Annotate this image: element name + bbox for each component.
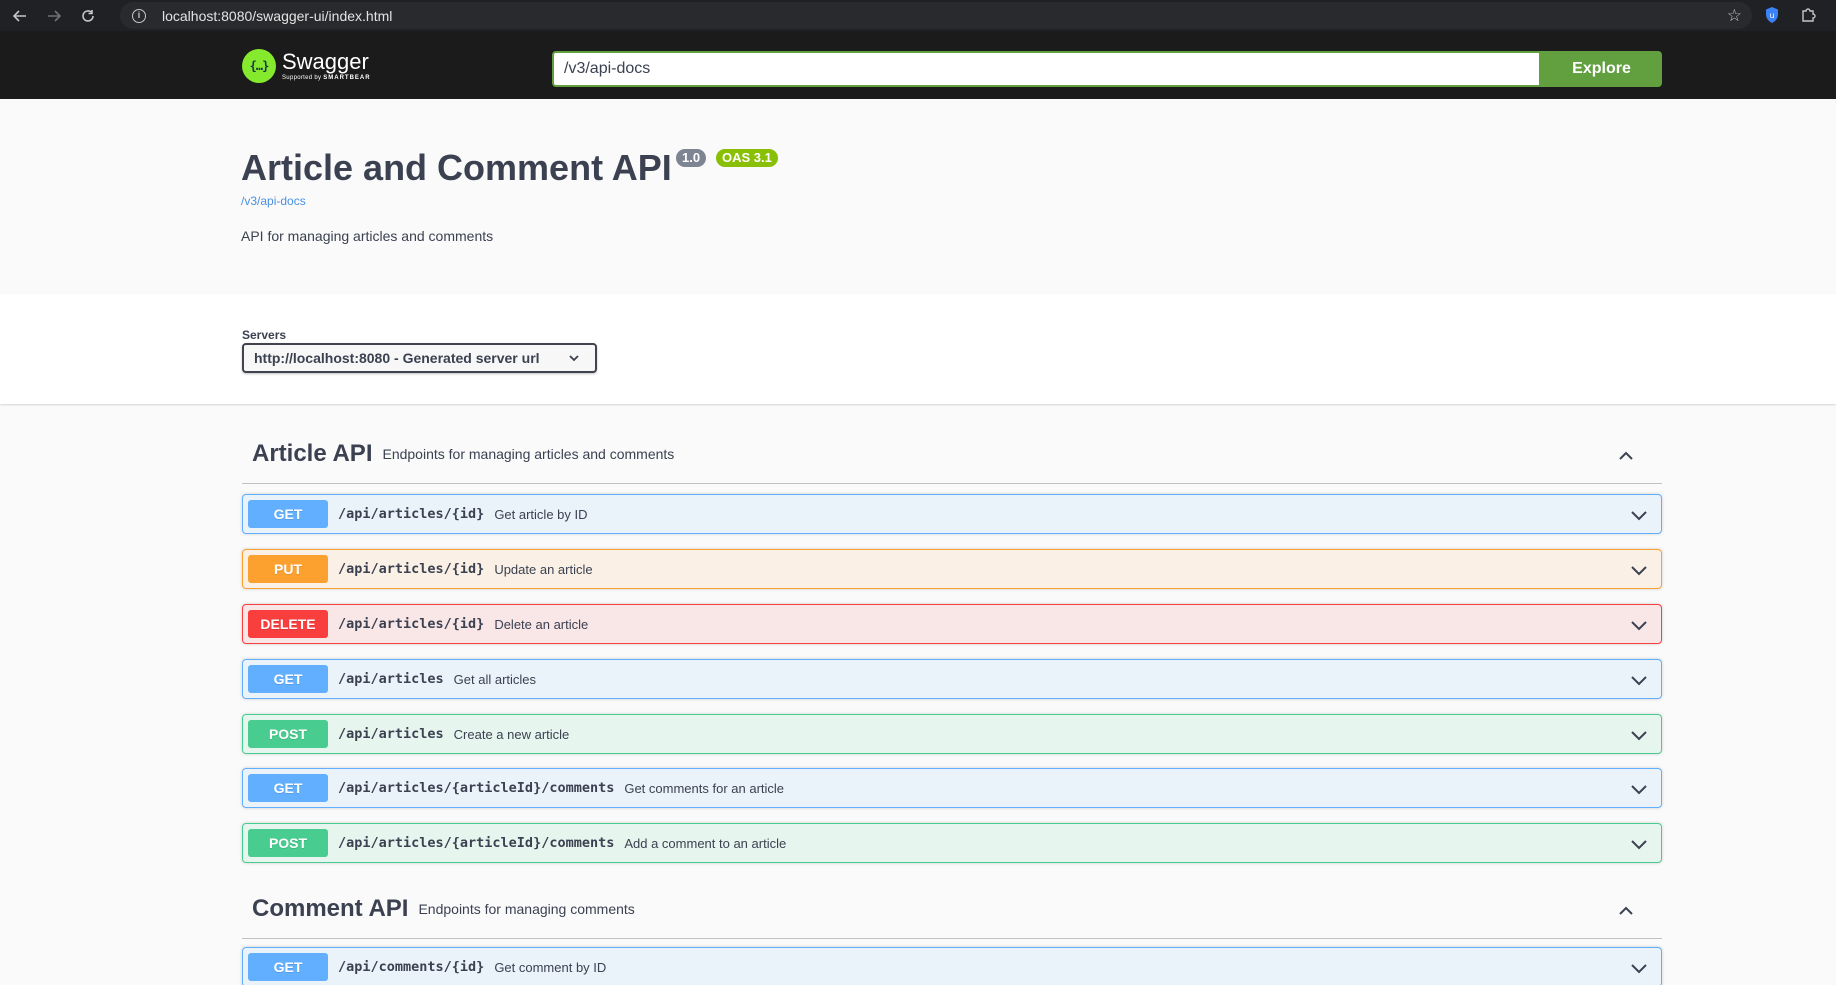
forward-button[interactable] <box>40 2 68 30</box>
arrow-right-icon <box>48 9 61 22</box>
tag-name: Article API <box>252 439 373 467</box>
operation-summary: Create a new article <box>453 726 570 742</box>
method-badge: POST <box>248 829 328 857</box>
tag-name: Comment API <box>252 894 409 922</box>
api-description: API for managing articles and comments <box>241 228 494 244</box>
tag-article-api[interactable]: Article API Endpoints for managing artic… <box>242 424 1662 484</box>
operation-path: /api/articles <box>338 671 444 687</box>
spec-url-input[interactable] <box>552 51 1541 87</box>
chevron-down-icon <box>569 355 579 362</box>
operation-summary: Get comments for an article <box>624 780 785 796</box>
method-badge: PUT <box>248 555 328 583</box>
chevron-down-icon[interactable] <box>1629 505 1649 525</box>
operation-delete-article[interactable]: DELETE /api/articles/{id} Delete an arti… <box>242 604 1662 644</box>
address-bar[interactable]: i localhost:8080/swagger-ui/index.html ☆ <box>120 2 1752 29</box>
operation-add-comment[interactable]: POST /api/articles/{articleId}/comments … <box>242 823 1662 863</box>
explore-button[interactable]: Explore <box>1541 51 1662 87</box>
operation-path: /api/articles/{id} <box>338 506 485 522</box>
tag-description: Endpoints for managing comments <box>418 900 635 917</box>
chevron-down-icon[interactable] <box>1629 725 1649 745</box>
operation-create-article[interactable]: POST /api/articles Create a new article <box>242 714 1662 754</box>
spec-link[interactable]: /v3/api-docs <box>241 194 306 208</box>
operation-summary: Delete an article <box>494 616 589 632</box>
chevron-up-icon[interactable] <box>1616 901 1636 921</box>
oas-badge: OAS 3.1 <box>716 149 778 167</box>
site-info-icon[interactable]: i <box>132 8 146 23</box>
chevron-down-icon[interactable] <box>1629 560 1649 580</box>
method-badge: GET <box>248 953 328 981</box>
operation-summary: Get article by ID <box>494 506 588 522</box>
reload-icon <box>82 9 94 22</box>
operation-path: /api/articles <box>338 726 444 742</box>
tag-comment-api[interactable]: Comment API Endpoints for managing comme… <box>242 879 1662 939</box>
logo-title: Swagger <box>282 49 369 74</box>
chevron-down-icon[interactable] <box>1629 670 1649 690</box>
operation-summary: Get all articles <box>453 671 537 687</box>
page-title: Article and Comment API <box>241 147 672 188</box>
operation-path: /api/comments/{id} <box>338 959 485 975</box>
swagger-logo-icon: {…} <box>242 49 276 83</box>
bookmark-star-icon[interactable]: ☆ <box>1727 6 1742 26</box>
swagger-logo[interactable]: {…} Swagger Supported by SMARTBEAR <box>242 49 371 83</box>
method-badge: DELETE <box>248 610 328 638</box>
servers-select[interactable]: http://localhost:8080 - Generated server… <box>242 343 597 373</box>
address-url[interactable]: localhost:8080/swagger-ui/index.html <box>162 8 392 24</box>
operation-get-comment-by-id[interactable]: GET /api/comments/{id} Get comment by ID <box>242 947 1662 985</box>
method-badge: POST <box>248 720 328 748</box>
tag-description: Endpoints for managing articles and comm… <box>382 445 675 462</box>
operation-get-all-articles[interactable]: GET /api/articles Get all articles <box>242 659 1662 699</box>
operation-path: /api/articles/{id} <box>338 616 485 632</box>
extension-shield-icon[interactable]: u <box>1762 5 1782 25</box>
servers-section: Servers http://localhost:8080 - Generate… <box>0 294 1836 404</box>
operation-summary: Update an article <box>494 561 593 577</box>
method-badge: GET <box>248 500 328 528</box>
operation-update-article[interactable]: PUT /api/articles/{id} Update an article <box>242 549 1662 589</box>
version-badge: 1.0 <box>676 149 707 167</box>
operation-summary: Get comment by ID <box>494 959 607 975</box>
servers-selected-value: http://localhost:8080 - Generated server… <box>254 350 540 366</box>
operation-path: /api/articles/{id} <box>338 561 485 577</box>
reload-button[interactable] <box>74 2 102 30</box>
browser-toolbar: i localhost:8080/swagger-ui/index.html ☆… <box>0 0 1836 31</box>
logo-subtitle: Supported by SMARTBEAR <box>282 75 371 81</box>
back-button[interactable] <box>6 2 34 30</box>
chevron-down-icon[interactable] <box>1629 615 1649 635</box>
extensions-puzzle-icon[interactable] <box>1798 5 1818 25</box>
operation-get-article-comments[interactable]: GET /api/articles/{articleId}/comments G… <box>242 768 1662 808</box>
operation-path: /api/articles/{articleId}/comments <box>338 835 615 851</box>
method-badge: GET <box>248 774 328 802</box>
svg-text:u: u <box>1769 11 1774 20</box>
operation-summary: Add a comment to an article <box>624 835 787 851</box>
chevron-up-icon[interactable] <box>1616 446 1636 466</box>
chevron-down-icon[interactable] <box>1629 958 1649 978</box>
api-info: Article and Comment API 1.0 OAS 3.1 /v3/… <box>0 99 1836 294</box>
arrow-left-icon <box>13 9 26 22</box>
chevron-down-icon[interactable] <box>1629 779 1649 799</box>
chevron-down-icon[interactable] <box>1629 834 1649 854</box>
servers-label: Servers <box>242 328 287 342</box>
method-badge: GET <box>248 665 328 693</box>
operation-get-article-by-id[interactable]: GET /api/articles/{id} Get article by ID <box>242 494 1662 534</box>
operation-path: /api/articles/{articleId}/comments <box>338 780 615 796</box>
